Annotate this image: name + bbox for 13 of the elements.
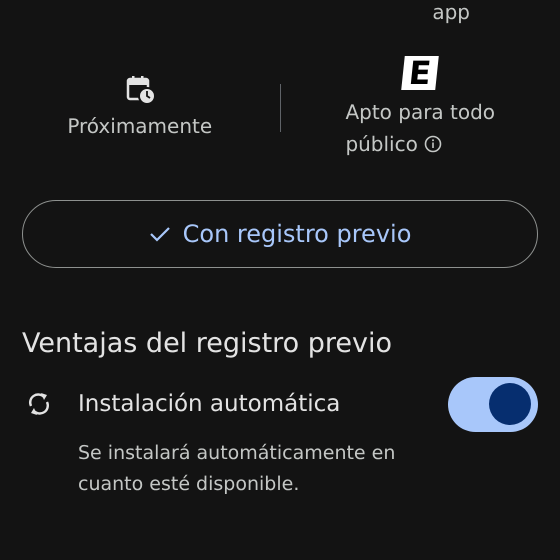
setting-description: Se instalará automáticamente en cuanto esté disponible. [78,441,396,497]
info-icon[interactable] [424,135,442,153]
sync-icon [26,390,52,418]
stat-label: público [345,131,418,158]
stat-label: app [432,0,470,24]
stat-label: Próximamente [67,113,212,140]
setting-label: Instalación automática [78,391,342,417]
rating-badge: E [401,56,440,90]
check-icon [148,225,171,243]
calendar-clock-icon [124,74,155,104]
preregistered-button[interactable]: Con registro previo [22,200,538,268]
stat-label: Apto para todo [345,99,496,126]
section-title: Ventajas del registro previo [22,327,394,361]
